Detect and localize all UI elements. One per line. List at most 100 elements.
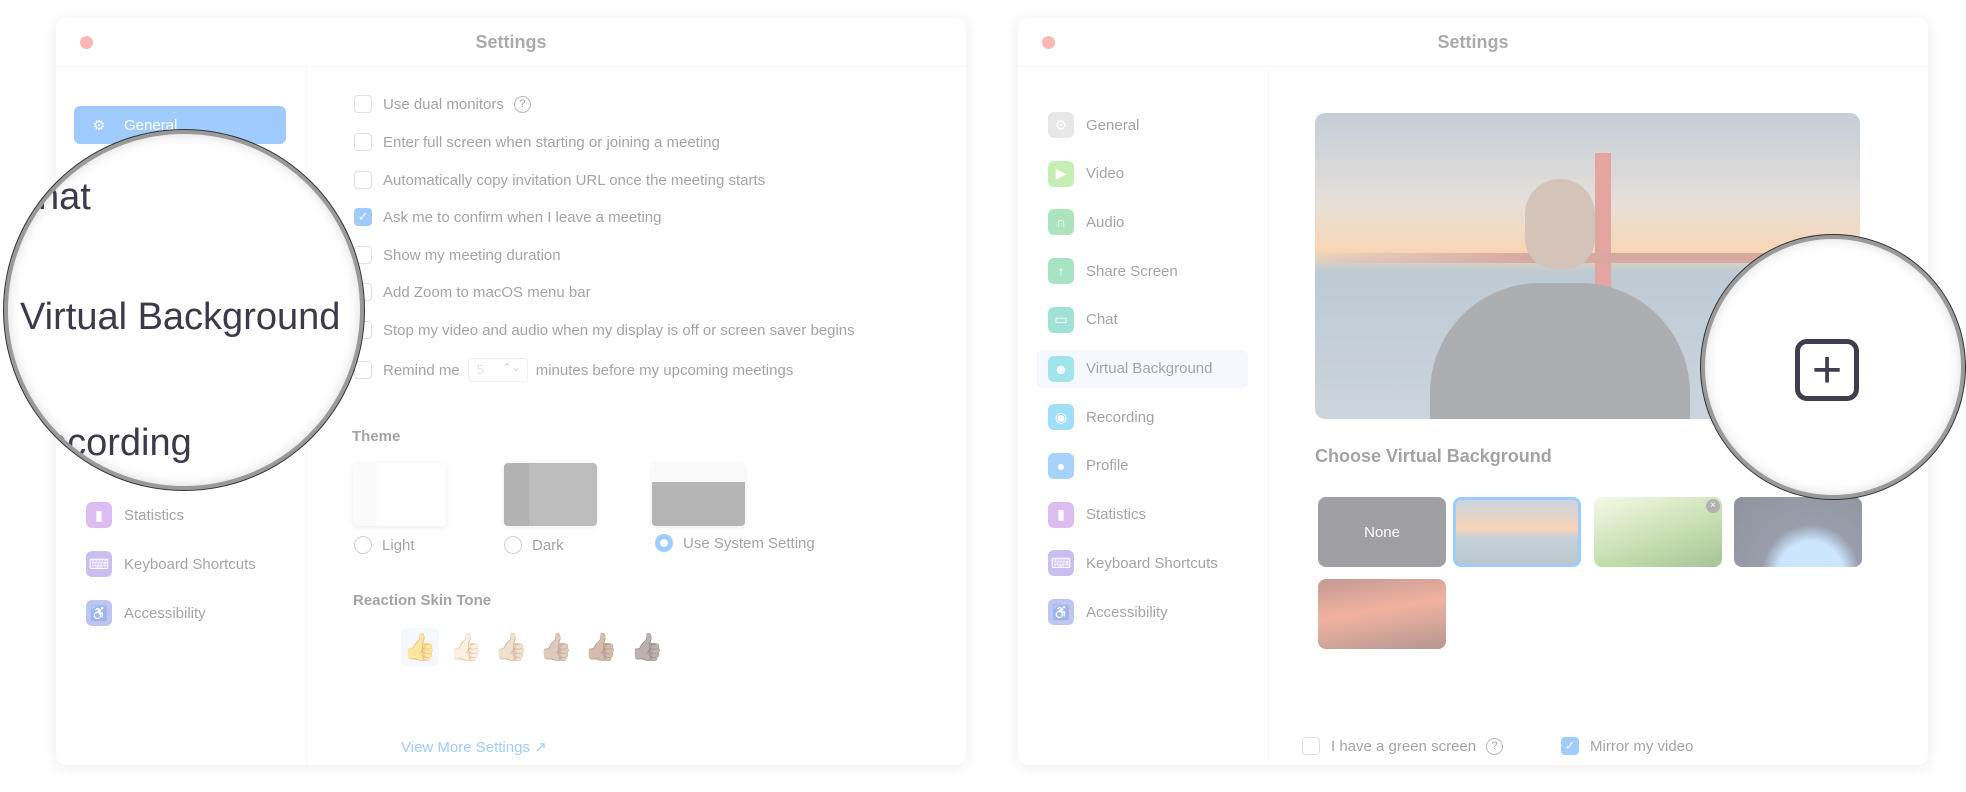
radio[interactable] <box>504 536 522 554</box>
skin-tone-medium-dark[interactable]: 👍🏾 <box>582 628 620 666</box>
checkbox-checked[interactable]: ✓ <box>1561 737 1579 755</box>
gear-icon: ⚙ <box>1048 112 1074 138</box>
keyboard-icon: ⌨ <box>86 551 112 577</box>
theme-light-radio[interactable]: Light <box>354 536 415 554</box>
sidebar-item-profile[interactable]: ● Profile <box>1036 447 1248 485</box>
sidebar-item-accessibility[interactable]: ♿ Accessibility <box>74 594 286 632</box>
option-label: Automatically copy invitation URL once t… <box>383 171 766 189</box>
sidebar: ⚙ General ▶ Video ∩ Audio ↑ Share Screen ▭ Chat ☻ V… <box>1018 68 1269 765</box>
sidebar-item-label: Video <box>1086 165 1125 183</box>
gear-icon: ⚙ <box>92 116 106 133</box>
person-head <box>1525 179 1595 269</box>
sidebar-item-label: Keyboard Shortcuts <box>124 555 256 573</box>
radio-label: Dark <box>532 536 564 554</box>
sidebar-item-label: Recording <box>1086 408 1155 426</box>
option-meeting-duration[interactable]: Show my meeting duration <box>354 246 561 264</box>
background-none[interactable]: None <box>1318 497 1446 567</box>
checkbox[interactable] <box>354 133 372 151</box>
accessibility-icon: ♿ <box>86 600 112 626</box>
option-full-screen[interactable]: Enter full screen when starting or joini… <box>354 133 720 151</box>
general-settings-panel: Use dual monitors? Enter full screen whe… <box>308 68 966 765</box>
person-card-icon: ☻ <box>1048 355 1074 382</box>
skin-tone-medium-light[interactable]: 👍🏼 <box>492 628 530 666</box>
option-confirm-leave[interactable]: ✓ Ask me to confirm when I leave a meetin… <box>354 208 661 226</box>
option-label: Mirror my video <box>1590 737 1694 755</box>
sidebar-item-share-screen[interactable]: ↑ Share Screen <box>1036 252 1248 290</box>
theme-system-preview[interactable] <box>652 463 745 526</box>
background-red-sky[interactable] <box>1318 579 1446 649</box>
sidebar-item-statistics[interactable]: ▮ Statistics <box>1036 496 1248 534</box>
help-icon[interactable]: ? <box>513 95 531 113</box>
background-earth[interactable] <box>1734 497 1862 567</box>
skin-tone-default[interactable]: 👍 <box>401 628 439 666</box>
background-grass[interactable]: × <box>1594 497 1722 567</box>
theme-dark-preview[interactable] <box>504 463 597 526</box>
skin-tone-medium[interactable]: 👍🏽 <box>537 628 575 666</box>
option-copy-invitation[interactable]: Automatically copy invitation URL once t… <box>354 171 765 189</box>
sidebar-item-chat[interactable]: ▭ Chat <box>1036 301 1248 339</box>
magnified-chat-label: hat <box>38 176 91 218</box>
checkbox[interactable] <box>354 171 372 189</box>
keyboard-icon: ⌨ <box>1048 550 1074 577</box>
option-label: Remind me <box>383 361 460 379</box>
checkbox[interactable] <box>354 361 372 379</box>
option-label: Add Zoom to macOS menu bar <box>383 283 591 301</box>
profile-icon: ● <box>1048 452 1074 479</box>
title-bar: Settings <box>1018 18 1928 67</box>
sidebar-item-statistics[interactable]: ▮ Statistics <box>74 496 286 534</box>
sidebar-item-accessibility[interactable]: ♿ Accessibility <box>1036 593 1248 631</box>
skin-tone-dark[interactable]: 👍🏿 <box>628 628 666 666</box>
add-plus-icon[interactable]: + <box>1795 339 1859 401</box>
sidebar-item-label: Share Screen <box>1086 262 1178 280</box>
sidebar-item-keyboard-shortcuts[interactable]: ⌨ Keyboard Shortcuts <box>1036 544 1248 582</box>
chart-icon: ▮ <box>86 502 112 528</box>
checkbox[interactable] <box>354 95 372 113</box>
view-more-settings-link[interactable]: View More Settings ↗ <box>401 738 547 756</box>
help-icon[interactable]: ? <box>1486 737 1504 755</box>
sidebar-item-label: Chat <box>1086 311 1118 329</box>
option-stop-video[interactable]: Stop my video and audio when my display … <box>354 321 855 339</box>
option-menu-bar[interactable]: Add Zoom to macOS menu bar <box>354 283 591 301</box>
radio[interactable] <box>354 536 372 554</box>
window-title: Settings <box>1437 32 1509 52</box>
remove-background-icon[interactable]: × <box>1706 499 1720 513</box>
mirror-video-option[interactable]: ✓ Mirror my video <box>1561 737 1693 755</box>
magnified-recording-label: ecording <box>46 422 192 464</box>
sidebar-item-label: General <box>1086 116 1140 134</box>
checkbox-checked[interactable]: ✓ <box>354 208 372 226</box>
sidebar-item-label: Virtual Background <box>1086 360 1213 377</box>
remind-minutes-stepper[interactable]: 5 ⌃⌄ <box>467 358 528 382</box>
radio-label: Use System Setting <box>683 534 815 552</box>
radio-label: Light <box>382 536 415 554</box>
stepper-arrows-icon[interactable]: ⌃⌄ <box>502 361 520 374</box>
sidebar-item-audio[interactable]: ∩ Audio <box>1036 203 1248 241</box>
background-golden-gate-selected[interactable] <box>1453 497 1581 567</box>
option-label: I have a green screen <box>1331 737 1477 755</box>
option-label: Ask me to confirm when I leave a meeting <box>383 208 662 226</box>
option-label: Use dual monitors <box>383 95 504 113</box>
sidebar-item-keyboard-shortcuts[interactable]: ⌨ Keyboard Shortcuts <box>74 545 286 583</box>
sidebar-item-label: Accessibility <box>124 604 206 622</box>
skin-tone-light[interactable]: 👍🏻 <box>447 628 485 666</box>
sidebar-item-video[interactable]: ▶ Video <box>1036 155 1248 193</box>
record-icon: ◉ <box>1048 404 1074 431</box>
option-dual-monitors[interactable]: Use dual monitors? <box>354 95 531 113</box>
stepper-value: 5 <box>476 362 484 377</box>
sidebar-item-virtual-background[interactable]: ☻ Virtual Background <box>1036 349 1248 388</box>
green-screen-option[interactable]: I have a green screen? <box>1302 737 1504 755</box>
magnified-virtual-background-label: Virtual Background <box>20 296 341 338</box>
theme-dark-radio[interactable]: Dark <box>504 536 564 554</box>
share-screen-icon: ↑ <box>1048 258 1074 285</box>
headphones-icon: ∩ <box>1048 209 1074 236</box>
option-remind[interactable]: Remind me 5 ⌃⌄ minutes before my upcoming m… <box>354 358 793 382</box>
sidebar-item-recording[interactable]: ◉ Recording <box>1036 398 1248 436</box>
choose-background-heading: Choose Virtual Background <box>1315 446 1552 466</box>
checkbox[interactable] <box>1302 737 1320 755</box>
theme-light-preview[interactable] <box>353 463 446 526</box>
chart-icon: ▮ <box>1048 501 1074 528</box>
option-label: minutes before my upcoming meetings <box>535 361 794 379</box>
theme-system-radio[interactable]: Use System Setting <box>655 534 815 552</box>
sidebar-item-general[interactable]: ⚙ General <box>1036 106 1248 144</box>
theme-heading: Theme <box>352 428 401 445</box>
radio-selected[interactable] <box>655 534 673 552</box>
